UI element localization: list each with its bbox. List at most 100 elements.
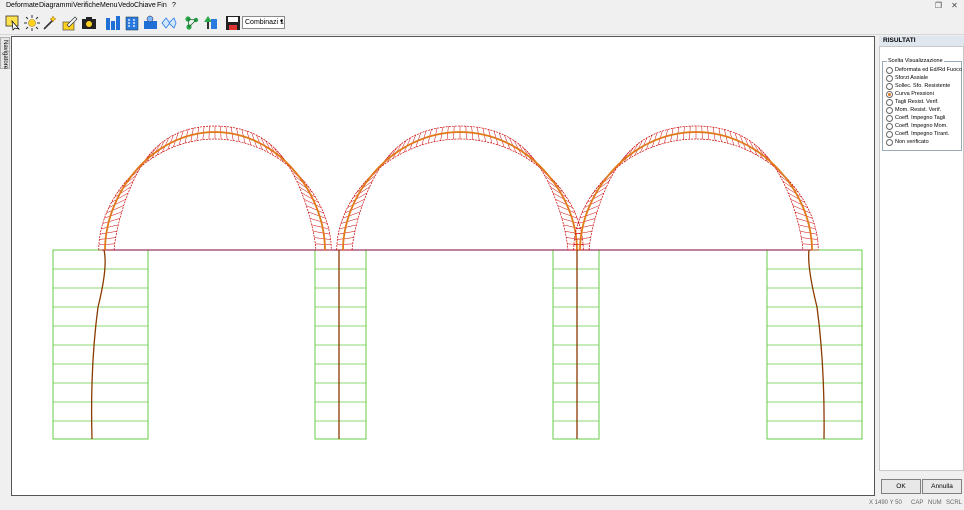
option-mom-resist[interactable]: Mom. Resist. Verif. [886, 106, 962, 114]
pressure-curve [104, 131, 326, 251]
coordinates-readout: X 1490 Y 50 [869, 500, 902, 506]
structure-drawing [52, 125, 863, 440]
columns-icon[interactable] [105, 15, 121, 31]
option-non-verificato[interactable]: Non verificato [886, 138, 962, 146]
diagram-hatch [340, 218, 359, 224]
option-label: Coeff. Impegno Tirant. [895, 131, 950, 137]
display-choice-group: Scelta Visualizzazione Deformata ed Ed/R… [882, 58, 962, 151]
pointer-icon[interactable] [5, 15, 21, 31]
option-coeff-tagli[interactable]: Coeff. Impegno Tagli [886, 114, 962, 122]
menu-deformate[interactable]: Deformate [6, 2, 39, 10]
menu-menu[interactable]: Menu [100, 2, 118, 10]
option-coeff-mom[interactable]: Coeff. Impegno Mom. [886, 122, 962, 130]
cap-indicator: CAP [911, 500, 924, 506]
diagram-hatch [310, 218, 328, 224]
deformed-axis-right [808, 249, 825, 440]
diagram-hatch [581, 205, 600, 214]
menu-help[interactable]: ? [172, 2, 176, 10]
wand-icon[interactable] [42, 15, 58, 31]
radio-mom-resist[interactable] [886, 107, 893, 114]
radio-tagli-resist[interactable] [886, 99, 893, 106]
status-bar: X 1490 Y 50 CAP NUM SCRL [0, 498, 964, 510]
option-label: Coeff. Impegno Mom. [895, 123, 948, 129]
edit-icon[interactable] [62, 15, 78, 31]
group-title: Scelta Visualizzazione [887, 58, 944, 64]
radio-sforzi-assiale[interactable] [886, 75, 893, 82]
option-coeff-tirant[interactable]: Coeff. Impegno Tirant. [886, 130, 962, 138]
diagram-hatch [577, 218, 596, 224]
panel-title: RISULTATI [879, 36, 964, 46]
diagram-envelope-outer [113, 125, 317, 251]
diagram-hatch [106, 205, 124, 214]
diagram-hatch [576, 224, 594, 230]
camera-icon[interactable] [81, 15, 97, 31]
option-label: Tagli Resist. Verif. [895, 99, 939, 105]
diagram-hatch [344, 205, 363, 214]
diagram-envelope-inner [336, 138, 584, 251]
diagram-hatch [565, 231, 582, 235]
radio-coeff-tirant[interactable] [886, 131, 893, 138]
option-label: Coeff. Impegno Tagli [895, 115, 946, 121]
save-icon[interactable] [225, 15, 241, 31]
molecule-icon[interactable] [184, 15, 200, 31]
radio-curva-pressioni[interactable] [886, 91, 893, 98]
wall-block [552, 249, 600, 440]
diagram-hatch [98, 243, 115, 246]
option-label: Deformata ed Ed/Rd Fuoco [895, 67, 962, 73]
option-sforzi-assiale[interactable]: Sforzi Assiale [886, 74, 962, 82]
menu-verifiche[interactable]: Verifiche [73, 2, 100, 10]
option-deformata[interactable]: Deformata ed Ed/Rd Fuoco [886, 66, 962, 74]
option-label: Sforzi Assiale [895, 75, 929, 81]
diagram-hatch [313, 231, 330, 235]
diagram-hatch [101, 224, 119, 230]
diagram-hatch [557, 205, 576, 214]
option-label: Non verificato [895, 139, 929, 145]
diagram-hatch [575, 231, 592, 235]
sun-icon[interactable] [24, 15, 40, 31]
num-indicator: NUM [928, 500, 942, 506]
diagram-hatch [801, 237, 818, 240]
menu-vedochiave[interactable]: VedoChiave [118, 2, 156, 10]
deformed-axis-left [90, 249, 106, 440]
building-icon[interactable] [124, 15, 140, 31]
diagram-hatch [798, 224, 816, 230]
load-icon[interactable] [143, 15, 159, 31]
scrl-indicator: SCRL [946, 500, 963, 506]
option-curva-pressioni[interactable]: Curva Pressioni [886, 90, 962, 98]
wave-icon[interactable] [161, 15, 177, 31]
option-sollec-sfo-resistente[interactable]: Sollec. Sfo. Resistente [886, 82, 962, 90]
diagram-hatch [796, 218, 815, 224]
combination-select-value: Combinazi 1 [245, 19, 284, 26]
option-label: Curva Pressioni [895, 91, 934, 97]
option-tagli-resist[interactable]: Tagli Resist. Verif. [886, 98, 962, 106]
diagram-hatch [99, 237, 116, 240]
radio-coeff-mom[interactable] [886, 123, 893, 130]
diagram-hatch [315, 243, 332, 246]
diagram-envelope-inner [573, 138, 819, 251]
navigator-tab[interactable]: Navigatore [0, 37, 10, 69]
diagram-hatch [100, 231, 117, 235]
navigator-tab-label: Navigatore [2, 40, 8, 70]
diagram-hatch [802, 243, 819, 246]
diagram-hatch [338, 231, 355, 235]
radio-deformata[interactable] [886, 67, 893, 74]
combination-select[interactable]: Combinazi 1 ▾ [242, 16, 285, 29]
diagram-hatch [314, 237, 331, 240]
toolbar [0, 12, 964, 35]
close-button[interactable]: ✕ [950, 1, 959, 10]
diagram-envelope-outer [588, 125, 804, 251]
ok-button[interactable]: OK [881, 479, 921, 494]
tree-icon[interactable] [203, 15, 219, 31]
cancel-button[interactable]: Annulla [922, 479, 962, 494]
menu-fin[interactable]: Fin [157, 2, 167, 10]
pressure-curve [579, 131, 813, 251]
radio-sollec-sfo-resistente[interactable] [886, 83, 893, 90]
radio-non-verificato[interactable] [886, 139, 893, 146]
radio-coeff-tagli[interactable] [886, 115, 893, 122]
diagram-hatch [561, 218, 580, 224]
panel-body: Scelta Visualizzazione Deformata ed Ed/R… [879, 46, 964, 471]
restore-button[interactable]: ❐ [934, 1, 943, 10]
results-panel: RISULTATI Scelta Visualizzazione Deforma… [879, 36, 964, 496]
drawing-canvas[interactable] [11, 36, 875, 496]
menu-diagrammi[interactable]: Diagrammi [39, 2, 73, 10]
